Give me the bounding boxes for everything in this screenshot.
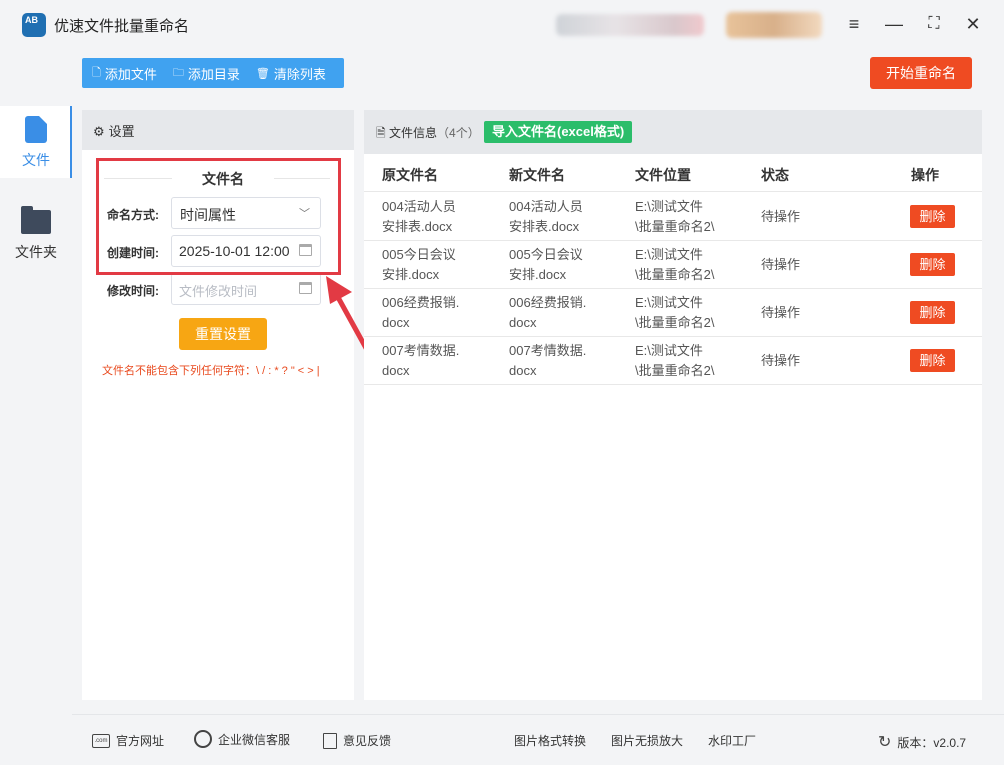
delete-button[interactable]: 删除 [910,205,955,228]
document-icon: 🗎 [376,126,386,140]
location-cell: E:\测试文件 \批量重命名2\ [635,295,715,330]
file-icon [25,116,47,143]
file-info-title: 🗎 文件信息（4个） [376,124,480,145]
column-location: 文件位置 [635,167,691,183]
new-name-cell: 007考情数据. docx [509,343,587,378]
delete-button[interactable]: 删除 [910,301,955,324]
column-action: 操作 [911,167,939,183]
location-cell: E:\测试文件 \批量重命名2\ [635,247,715,282]
website-link[interactable]: .com 官方网址 [92,732,164,749]
file-count: （4个） [437,126,480,140]
location-cell: E:\测试文件 \批量重命名2\ [635,199,715,234]
nav-label-file: 文件 [22,152,50,168]
img-convert-link[interactable]: 图片格式转换 [514,732,586,749]
chat-icon [194,730,212,748]
wechat-service-link[interactable]: 企业微信客服 [194,730,290,748]
file-toolbar: 🗋 添加文件 🗀 添加目录 🗑 清除列表 [82,58,344,88]
highlight-box [96,158,341,275]
watermark-link[interactable]: 水印工厂 [708,732,756,749]
feedback-icon [323,732,337,749]
table-row[interactable]: 005今日会议 安排.docx 005今日会议 安排.docx E:\测试文件 \批量… [364,241,982,289]
feedback-label: 意见反馈 [343,734,392,748]
column-original-name: 原文件名 [382,167,438,183]
close-icon[interactable]: ✕ [961,12,985,36]
status-cell: 待操作 [761,305,801,320]
app-logo-icon: AB [22,13,46,37]
settings-header: ⚙ 设置 [82,110,354,150]
feedback-link[interactable]: 意见反馈 [323,732,391,749]
table-row[interactable]: 007考情数据. docx 007考情数据. docx E:\测试文件 \批量重命名2… [364,337,982,385]
import-excel-button[interactable]: 导入文件名(excel格式) [484,121,633,143]
left-nav: 文件 文件夹 [0,48,72,765]
add-dir-label: 添加目录 [187,66,240,82]
add-file-label: 添加文件 [104,66,157,82]
add-dir-button[interactable]: 🗀 添加目录 [173,64,240,83]
website-icon: .com [92,733,110,748]
folder-icon [21,206,51,234]
original-name-cell: 006经费报销. docx [382,295,460,330]
start-rename-button[interactable]: 开始重命名 [870,57,972,89]
folder-icon: 🗀 [172,66,184,79]
file-icon: 🗋 [92,66,101,79]
status-cell: 待操作 [761,353,801,368]
filename-warning: 文件名不能包含下列任何字符：\ / : * ? " < > | [102,365,320,377]
original-name-cell: 005今日会议 安排.docx [382,247,456,282]
column-new-name: 新文件名 [509,167,565,183]
gear-icon: ⚙ [93,124,105,139]
file-info-title-text: 文件信息 [389,126,438,140]
original-name-cell: 004活动人员 安排表.docx [382,199,456,234]
app-title: 优速文件批量重命名 [54,18,190,35]
clear-list-label: 清除列表 [273,66,326,82]
delete-button[interactable]: 删除 [910,349,955,372]
minimize-icon[interactable]: — [882,12,906,36]
nav-label-folder: 文件夹 [15,244,57,260]
file-info-panel: 🗎 文件信息（4个） 导入文件名(excel格式) 原文件名 新文件名 文件位置… [364,110,982,700]
new-name-cell: 005今日会议 安排.docx [509,247,583,282]
new-name-cell: 006经费报销. docx [509,295,587,330]
footer-bar: .com 官方网址 企业微信客服 意见反馈 图片格式转换 图片无损放大 水印工厂 … [72,714,1004,765]
version-info[interactable]: ↻ 版本：v2.0.7 [878,732,966,752]
modified-time-input[interactable]: 文件修改时间 [171,273,321,305]
column-status: 状态 [761,167,789,183]
modified-time-placeholder: 文件修改时间 [179,284,258,299]
reset-settings-button[interactable]: 重置设置 [179,318,267,350]
nav-item-file[interactable]: 文件 [0,106,72,178]
clear-list-button[interactable]: 🗑 清除列表 [256,64,326,83]
table-row[interactable]: 004活动人员 安排表.docx 004活动人员 安排表.docx E:\测试文件 \… [364,193,982,241]
location-cell: E:\测试文件 \批量重命名2\ [635,343,715,378]
file-info-header: 🗎 文件信息（4个） 导入文件名(excel格式) [364,110,982,154]
nav-item-folder[interactable]: 文件夹 [0,198,72,270]
original-name-cell: 007考情数据. docx [382,343,460,378]
blurred-user-badge[interactable] [726,12,822,38]
maximize-icon[interactable]: ⛶ [922,12,946,36]
title-bar: AB 优速文件批量重命名 ≡ — ⛶ ✕ [0,0,1004,48]
status-cell: 待操作 [761,209,801,224]
img-enlarge-link[interactable]: 图片无损放大 [611,732,683,749]
calendar-icon [299,282,312,294]
delete-button[interactable]: 删除 [910,253,955,276]
refresh-icon: ↻ [878,734,892,751]
wechat-label: 企业微信客服 [218,732,291,747]
new-name-cell: 004活动人员 安排表.docx [509,199,583,234]
version-label: 版本：v2.0.7 [897,735,967,750]
blurred-account-info [556,14,704,36]
status-cell: 待操作 [761,257,801,272]
settings-title: 设置 [108,124,135,139]
table-row[interactable]: 006经费报销. docx 006经费报销. docx E:\测试文件 \批量重命名2… [364,289,982,337]
trash-icon: 🗑 [255,67,270,80]
add-file-button[interactable]: 🗋 添加文件 [92,64,157,83]
website-label: 官方网址 [116,734,165,748]
table-header: 原文件名 新文件名 文件位置 状态 操作 [364,154,982,192]
menu-icon[interactable]: ≡ [842,12,866,36]
modified-time-label: 修改时间: [107,284,159,298]
